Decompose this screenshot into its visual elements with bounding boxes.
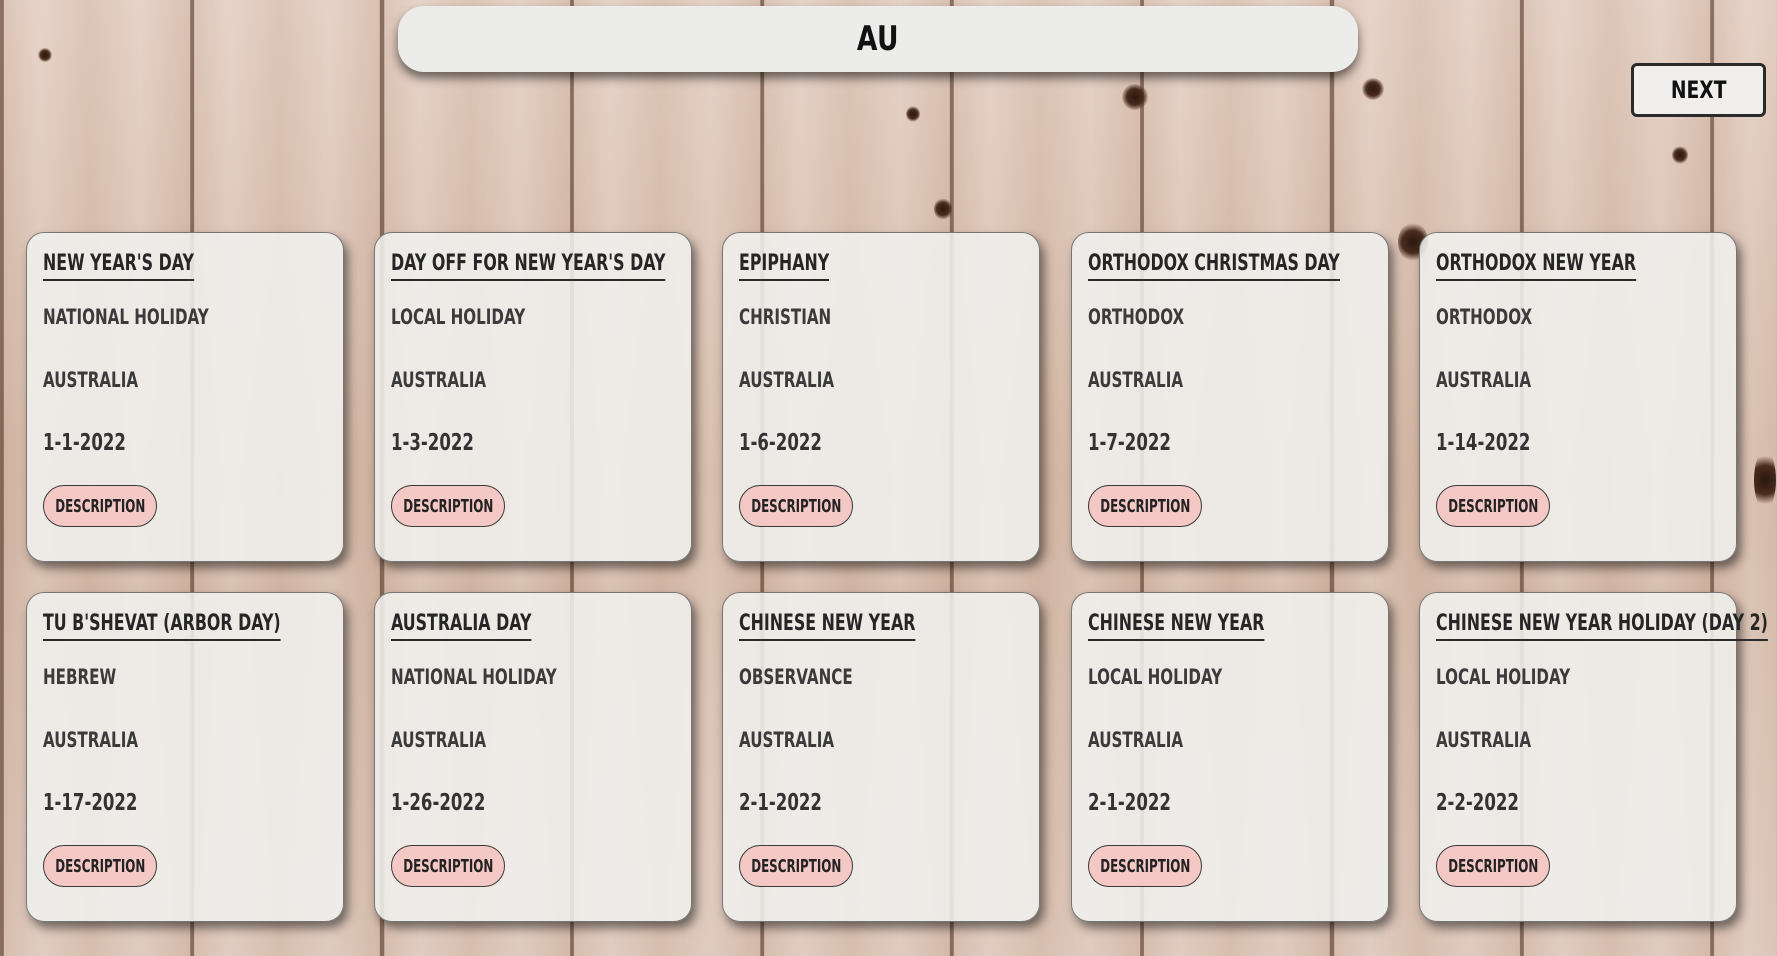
description-button[interactable]: Description [1088,845,1202,887]
holiday-type: Local holiday [1088,665,1223,689]
holiday-type: Observance [739,665,853,689]
holiday-name: Chinese New Year [739,611,916,641]
next-button[interactable]: Next [1631,63,1766,117]
description-button-label: Description [54,495,146,517]
holiday-name: Australia Day [391,611,532,641]
holiday-name: Chinese New Year [1088,611,1265,641]
holiday-card: Day off for New Year's Day Local holiday… [374,232,692,562]
holiday-country: Australia [391,728,487,752]
description-button[interactable]: Description [1436,845,1550,887]
holiday-country: Australia [1088,368,1184,392]
description-button-label: Description [750,495,842,517]
wood-knot [906,106,920,122]
description-button-label: Description [1099,855,1191,877]
holiday-date: 1-14-2022 [1436,430,1531,456]
page-title-bar: AU [398,6,1358,72]
holiday-card: Tu B'Shevat (Arbor Day) Hebrew Australia… [26,592,344,922]
holiday-card: Orthodox New Year Orthodox Australia 1-1… [1419,232,1737,562]
description-button[interactable]: Description [391,485,505,527]
holiday-country: Australia [43,368,139,392]
holiday-card: New Year's Day National holiday Australi… [26,232,344,562]
holiday-name: Chinese New Year Holiday (Day 2) [1436,611,1768,641]
wood-knot [38,48,52,62]
holiday-date: 1-17-2022 [43,790,138,816]
holiday-name: New Year's Day [43,251,194,281]
wood-knot [1122,84,1148,110]
holiday-type: Hebrew [43,665,117,689]
holiday-card: Australia Day National holiday Australia… [374,592,692,922]
holiday-name: Orthodox Christmas Day [1088,251,1340,281]
holiday-date: 1-1-2022 [43,430,126,456]
holiday-name: Day off for New Year's Day [391,251,666,281]
holiday-date: 2-1-2022 [1088,790,1171,816]
description-button[interactable]: Description [43,845,157,887]
description-button[interactable]: Description [739,485,853,527]
holiday-date: 1-6-2022 [739,430,822,456]
description-button-label: Description [750,855,842,877]
holiday-country: Australia [43,728,139,752]
description-button-label: Description [1099,495,1191,517]
holiday-date: 2-1-2022 [739,790,822,816]
holiday-country: Australia [391,368,487,392]
holiday-card: Epiphany Christian Australia 1-6-2022 De… [722,232,1040,562]
holiday-card: Chinese New Year Observance Australia 2-… [722,592,1040,922]
description-button[interactable]: Description [43,485,157,527]
holiday-type: National holiday [391,665,557,689]
holiday-name: Orthodox New Year [1436,251,1637,281]
holiday-type: Christian [739,305,832,329]
holiday-date: 2-2-2022 [1436,790,1519,816]
description-button[interactable]: Description [1436,485,1550,527]
description-button-label: Description [54,855,146,877]
holiday-type: Orthodox [1088,305,1185,329]
holiday-country: Australia [1436,728,1532,752]
holiday-country: Australia [1088,728,1184,752]
holiday-card: Orthodox Christmas Day Orthodox Australi… [1071,232,1389,562]
holiday-card: Chinese New Year Holiday (Day 2) Local h… [1419,592,1768,922]
description-button[interactable]: Description [391,845,505,887]
description-button-label: Description [402,495,494,517]
description-button-label: Description [1447,495,1539,517]
holiday-country: Australia [739,728,835,752]
holiday-type: Orthodox [1436,305,1533,329]
holiday-country: Australia [1436,368,1532,392]
holiday-type: Local holiday [1436,665,1571,689]
holiday-card: Chinese New Year Local holiday Australia… [1071,592,1389,922]
next-button-label: Next [1670,76,1727,104]
holiday-country: Australia [739,368,835,392]
holiday-date: 1-7-2022 [1088,430,1171,456]
wood-knot [934,198,952,220]
page-title: AU [856,19,900,59]
holiday-date: 1-3-2022 [391,430,474,456]
wood-knot [1672,146,1688,164]
holiday-date: 1-26-2022 [391,790,486,816]
description-button-label: Description [1447,855,1539,877]
description-button-label: Description [402,855,494,877]
description-button[interactable]: Description [739,845,853,887]
wood-knot [1754,450,1776,510]
description-button[interactable]: Description [1088,485,1202,527]
wood-knot [1362,78,1384,100]
holiday-type: Local holiday [391,305,526,329]
holiday-name: Epiphany [739,251,830,281]
holiday-name: Tu B'Shevat (Arbor Day) [43,611,281,641]
holiday-type: National holiday [43,305,209,329]
